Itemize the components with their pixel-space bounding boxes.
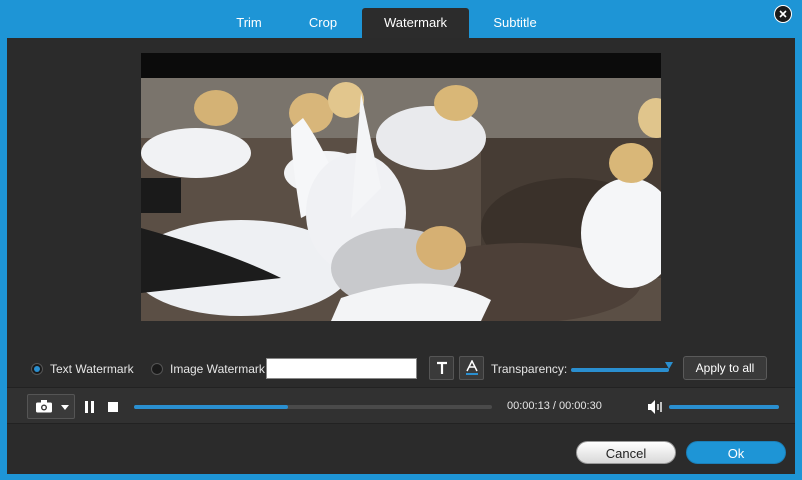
time-display: 00:00:13 / 00:00:30 [507,400,602,412]
text-color-icon [465,359,478,375]
stop-icon[interactable] [108,402,118,412]
playback-progress-slider[interactable] [134,405,492,409]
apply-to-all-button[interactable]: Apply to all [683,356,767,380]
volume-slider-fill [669,405,779,409]
close-button[interactable] [774,5,792,23]
title-bar: Trim Crop Watermark Subtitle [0,0,802,38]
image-watermark-radio[interactable] [151,363,163,375]
text-watermark-label: Text Watermark [50,362,134,376]
ok-button[interactable]: Ok [686,441,786,464]
pause-icon[interactable] [84,401,96,413]
tab-crop[interactable]: Crop [293,8,353,38]
volume-slider[interactable] [669,405,779,409]
chevron-down-icon [61,405,69,410]
transparency-label: Transparency: [491,362,568,376]
close-icon [779,10,787,18]
watermark-text-input[interactable] [266,358,417,379]
playback-bar: 00:00:13 / 00:00:30 [7,387,795,424]
text-watermark-radio[interactable] [31,363,43,375]
tab-subtitle[interactable]: Subtitle [478,8,552,38]
tab-watermark[interactable]: Watermark [362,8,469,38]
transparency-slider[interactable] [571,368,669,372]
playback-progress-fill [134,405,288,409]
snapshot-button[interactable] [27,394,75,419]
text-style-button[interactable] [429,356,454,380]
watermark-options: Text Watermark Image Watermark Transpare… [7,354,795,384]
tab-trim[interactable]: Trim [218,8,280,38]
volume-icon[interactable] [648,400,664,414]
transparency-slider-fill [571,368,669,372]
editor-panel: Text Watermark Image Watermark Transpare… [7,38,795,474]
video-preview [141,53,661,321]
camera-icon [36,400,52,413]
image-watermark-label: Image Watermark [170,362,265,376]
cancel-button[interactable]: Cancel [576,441,676,464]
text-color-button[interactable] [459,356,484,380]
video-frame [141,78,661,321]
text-style-icon [436,361,447,374]
transparency-slider-handle[interactable] [664,361,674,371]
